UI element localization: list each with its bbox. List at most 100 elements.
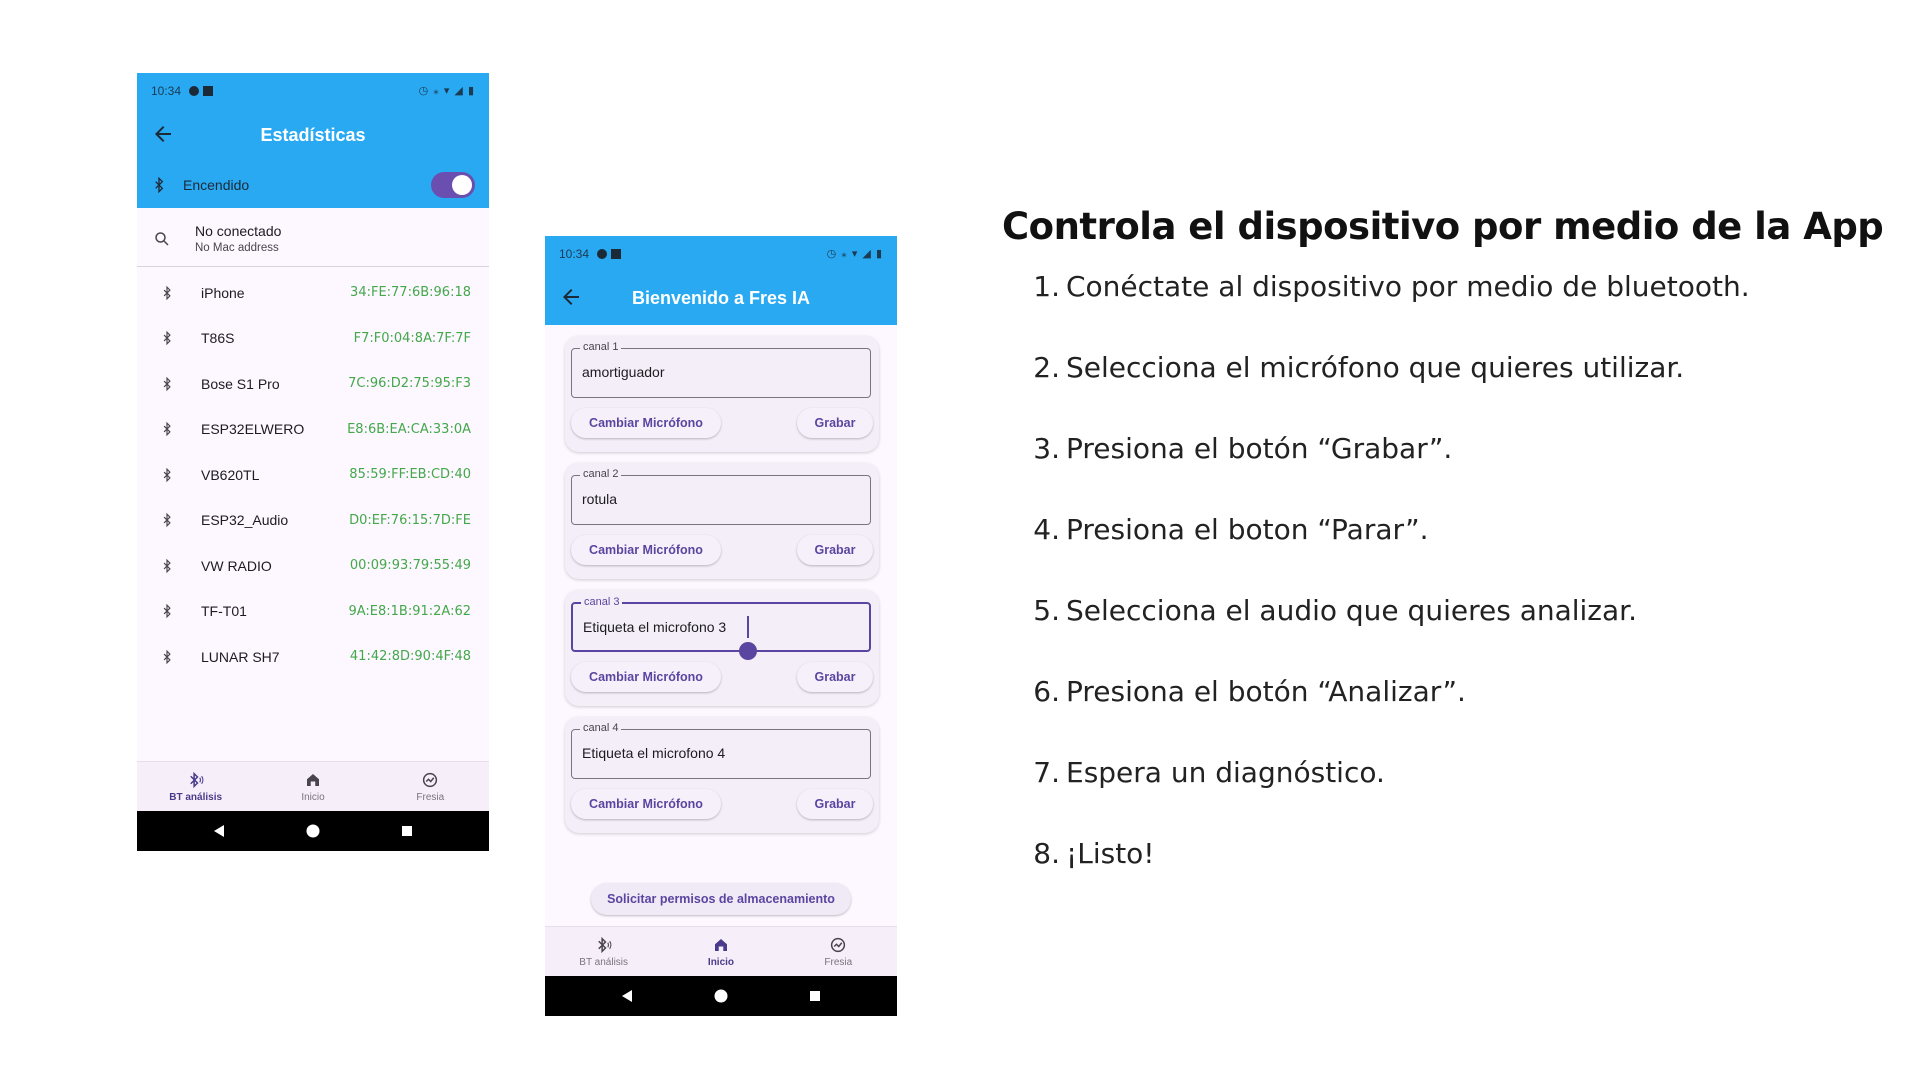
channel-input[interactable]: canal 2 rotula [571, 468, 871, 525]
nav-inicio[interactable]: Inicio [662, 927, 779, 976]
request-storage-permissions-button[interactable]: Solicitar permisos de almacenamiento [591, 883, 851, 915]
step-text: Presiona el botón “Grabar”. [1066, 432, 1453, 465]
instructions-list: 1. Conéctate al dispositivo por medio de … [1002, 270, 1902, 918]
back-arrow-icon[interactable] [559, 285, 583, 309]
step-number: 5. [1033, 594, 1060, 627]
nav-bt-analisis[interactable]: BT análisis [137, 762, 254, 811]
channel-value: rotula [582, 491, 618, 507]
list-item[interactable]: VB620TL 85:59:FF:EB:CD:40 [137, 452, 489, 498]
bluetooth-icon [163, 331, 171, 346]
device-mac: 7C:96:D2:75:95:F3 [348, 376, 471, 392]
change-microphone-button[interactable]: Cambiar Micrófono [571, 535, 721, 565]
app-bar: Bienvenido a Fres IA [545, 271, 897, 325]
instruction-step: 8. ¡Listo! [1002, 837, 1902, 918]
recents-square-icon[interactable] [400, 824, 414, 838]
home-circle-icon[interactable] [714, 989, 728, 1003]
page-title: Estadísticas [260, 124, 366, 145]
bluetooth-icon [163, 513, 171, 528]
change-microphone-button[interactable]: Cambiar Micrófono [571, 789, 721, 819]
bottom-navigation: BT análisis Inicio Fresia [137, 761, 489, 811]
status-time: 10:34 [559, 246, 590, 261]
list-item[interactable]: T86S F7:F0:04:8A:7F:7F [137, 316, 489, 362]
channel-value: Etiqueta el microfono 3 [583, 619, 727, 635]
list-item[interactable]: TF-T01 9A:E8:1B:91:2A:62 [137, 589, 489, 635]
bluetooth-icon [163, 467, 171, 482]
analytics-icon [423, 772, 438, 787]
step-text: Presiona el botón “Analizar”. [1066, 675, 1466, 708]
bluetooth-switch-row: Encendido [137, 162, 489, 208]
bottom-navigation: BT análisis Inicio Fresia [545, 926, 897, 976]
channel-label: canal 3 [581, 596, 623, 608]
bluetooth-label: Encendido [183, 177, 250, 193]
bluetooth-audio-icon [189, 771, 204, 788]
phone-home-screen: 10:34 ◷ ⁎ ▾ ◢ ▮ Bienvenido a Fres IA can… [545, 236, 897, 1016]
record-button[interactable]: Grabar [797, 535, 873, 565]
bluetooth-audio-icon [597, 936, 612, 953]
list-item[interactable]: ESP32ELWERO E8:6B:EA:CA:33:0A [137, 407, 489, 453]
step-text: Presiona el boton “Parar”. [1066, 513, 1429, 546]
channel-label: canal 2 [580, 468, 622, 480]
device-mac: 85:59:FF:EB:CD:40 [349, 467, 471, 483]
step-text: Espera un diagnóstico. [1066, 756, 1385, 789]
device-list: iPhone 34:FE:77:6B:96:18 T86S F7:F0:04:8A:… [137, 270, 489, 680]
instruction-step: 2. Selecciona el micrófono que quieres ut… [1002, 351, 1902, 432]
device-name: T86S [201, 330, 235, 347]
instruction-step: 3. Presiona el botón “Grabar”. [1002, 432, 1902, 513]
change-microphone-button[interactable]: Cambiar Micrófono [571, 662, 721, 692]
instruction-step: 1. Conéctate al dispositivo por medio de … [1002, 270, 1902, 351]
list-item[interactable]: VW RADIO 00:09:93:79:55:49 [137, 543, 489, 589]
nav-fresia[interactable]: Fresia [372, 762, 489, 811]
channel-card: canal 2 rotula Cambiar Micrófono Grabar [565, 463, 879, 579]
channel-value: Etiqueta el microfono 4 [582, 745, 726, 761]
phone-statistics-screen: 10:34 ◷ ⁎ ▾ ◢ ▮ Estadísticas Encendido N… [137, 73, 489, 851]
nav-bt-analisis[interactable]: BT análisis [545, 927, 662, 976]
step-number: 6. [1033, 675, 1060, 708]
step-number: 2. [1033, 351, 1060, 384]
channel-input[interactable]: canal 1 amortiguador [571, 341, 871, 398]
record-button[interactable]: Grabar [797, 789, 873, 819]
device-mac: 41:42:8D:90:4F:48 [349, 649, 471, 665]
system-navigation-bar [137, 811, 489, 851]
home-circle-icon[interactable] [306, 824, 320, 838]
nav-label: BT análisis [169, 791, 223, 803]
record-button[interactable]: Grabar [797, 408, 873, 438]
search-icon [155, 231, 169, 246]
record-button[interactable]: Grabar [797, 662, 873, 692]
notification-icon [597, 248, 608, 259]
device-mac: 00:09:93:79:55:49 [349, 558, 471, 574]
channel-input[interactable]: canal 4 Etiqueta el microfono 4 [571, 722, 871, 779]
instruction-step: 4. Presiona el boton “Parar”. [1002, 513, 1902, 594]
back-arrow-icon[interactable] [151, 122, 175, 146]
text-selection-handle[interactable] [739, 642, 757, 660]
list-item[interactable]: Bose S1 Pro 7C:96:D2:75:95:F3 [137, 361, 489, 407]
bluetooth-toggle[interactable] [431, 172, 475, 198]
bluetooth-icon [163, 285, 171, 300]
instructions-title: Controla el dispositivo por medio de la … [1002, 205, 1884, 248]
step-text: Conéctate al dispositivo por medio de bl… [1066, 270, 1750, 303]
list-item[interactable]: ESP32_Audio D0:EF:76:15:7D:FE [137, 498, 489, 544]
back-triangle-icon[interactable] [212, 824, 226, 838]
channel-input[interactable]: canal 3 Etiqueta el microfono 3 [571, 596, 871, 660]
step-number: 4. [1033, 513, 1060, 546]
system-navigation-bar [545, 976, 897, 1016]
list-item[interactable]: LUNAR SH7 41:42:8D:90:4F:48 [137, 634, 489, 680]
device-name: iPhone [201, 284, 245, 301]
nav-inicio[interactable]: Inicio [254, 762, 371, 811]
back-triangle-icon[interactable] [620, 989, 634, 1003]
nav-label: BT análisis [579, 956, 629, 968]
device-mac: 34:FE:77:6B:96:18 [350, 285, 471, 301]
page-title: Bienvenido a Fres IA [631, 287, 811, 308]
home-icon [306, 773, 319, 786]
change-microphone-button[interactable]: Cambiar Micrófono [571, 408, 721, 438]
connection-status-text: No conectado [195, 223, 282, 239]
device-mac: D0:EF:76:15:7D:FE [349, 512, 471, 528]
recents-square-icon[interactable] [808, 989, 822, 1003]
connection-mac-text: No Mac address [195, 242, 279, 254]
channel-card: canal 3 Etiqueta el microfono 3 Cambiar … [565, 590, 879, 706]
connection-status[interactable]: No conectado No Mac address [137, 211, 489, 267]
list-item[interactable]: iPhone 34:FE:77:6B:96:18 [137, 270, 489, 316]
nav-fresia[interactable]: Fresia [780, 927, 897, 976]
instruction-step: 5. Selecciona el audio que quieres analiz… [1002, 594, 1902, 675]
home-icon [714, 938, 727, 951]
channel-label: canal 1 [580, 341, 622, 353]
